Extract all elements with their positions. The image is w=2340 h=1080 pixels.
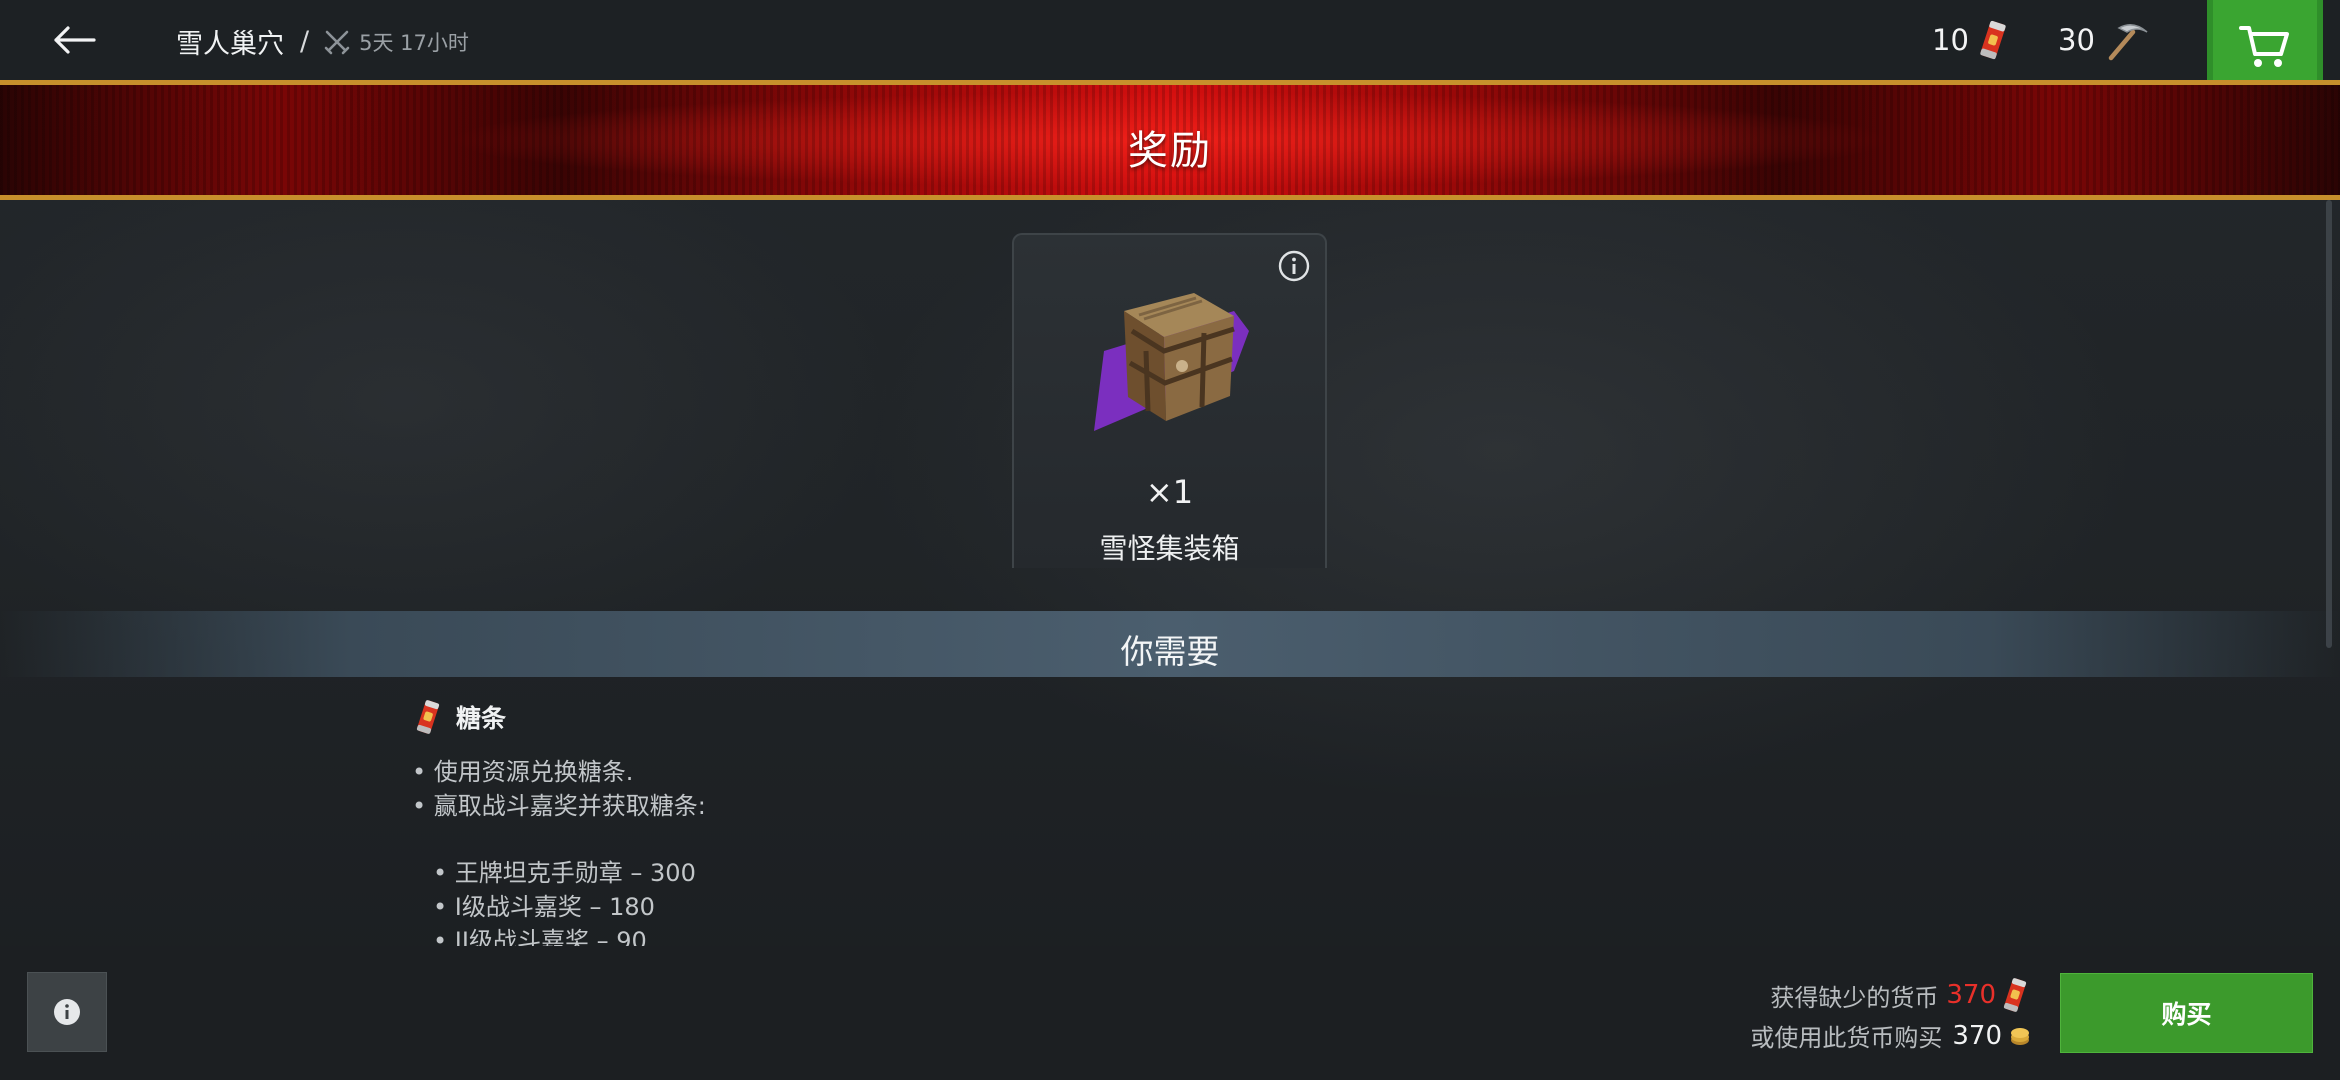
missing-currency-row: 获得缺少的货币 370 [1770, 975, 2032, 1015]
candy-bar-icon [1980, 20, 2006, 60]
alt-currency-amount: 370 [1952, 1020, 2002, 1051]
requirement-sub-line: • I级战斗嘉奖 – 180 [433, 893, 655, 921]
back-arrow-icon [54, 26, 96, 54]
breadcrumb: 雪人巢穴 / 5天 17小时 [176, 22, 469, 61]
info-icon [54, 999, 80, 1025]
reward-info-button[interactable] [1277, 249, 1311, 287]
requirement-heading: 糖条 [412, 697, 506, 737]
alt-currency-row: 或使用此货币购买 370 [1750, 1018, 2032, 1053]
scrollbar[interactable] [2326, 200, 2332, 648]
top-bar: 雪人巢穴 / 5天 17小时 10 30 [0, 0, 2340, 118]
requirement-line: • 使用资源兑换糖条. [412, 758, 634, 786]
back-button[interactable] [46, 14, 102, 66]
candy-bar-icon [2003, 978, 2027, 1012]
crossed-swords-icon [324, 30, 350, 54]
alt-currency-label: 或使用此货币购买 [1750, 1024, 1943, 1052]
requirements-header: 你需要 [0, 611, 2340, 677]
crate-icon [1094, 293, 1249, 431]
requirement-item: 糖条 [412, 697, 506, 737]
breadcrumb-title[interactable]: 雪人巢穴 [176, 22, 284, 61]
breadcrumb-separator: / [300, 26, 310, 57]
resource-candy[interactable]: 10 [1932, 18, 2009, 62]
reward-quantity: ×1 [1145, 473, 1194, 511]
gold-coin-icon [2011, 1027, 2029, 1045]
buy-button[interactable]: 购买 [2060, 973, 2313, 1053]
event-timer: 5天 17小时 [323, 27, 469, 57]
missing-currency-amount: 370 [1946, 980, 1996, 1010]
candy-count: 10 [1932, 23, 1969, 57]
requirements-title: 你需要 [1120, 632, 1220, 671]
cart-icon [2239, 26, 2289, 67]
requirement-line: • 赢取战斗嘉奖并获取糖条: [412, 792, 706, 820]
info-icon [1278, 250, 1310, 282]
reward-banner: 奖励 [0, 80, 2340, 200]
reward-card[interactable]: ×1 雪怪集装箱 [1012, 233, 1327, 568]
reward-name: 雪怪集装箱 [1099, 532, 1240, 565]
requirement-sub-line: • 王牌坦克手勋章 – 300 [433, 859, 696, 887]
pickaxe-icon [2108, 24, 2148, 61]
requirement-item-name: 糖条 [456, 704, 507, 733]
banner-title: 奖励 [1128, 128, 1212, 174]
pickaxe-count: 30 [2058, 23, 2095, 57]
timer-text: 5天 17小时 [359, 30, 469, 55]
missing-currency-label: 获得缺少的货币 [1770, 983, 1939, 1012]
candy-bar-icon [416, 700, 440, 734]
info-button[interactable] [27, 972, 107, 1052]
resource-pickaxe[interactable]: 30 [2058, 18, 2149, 62]
